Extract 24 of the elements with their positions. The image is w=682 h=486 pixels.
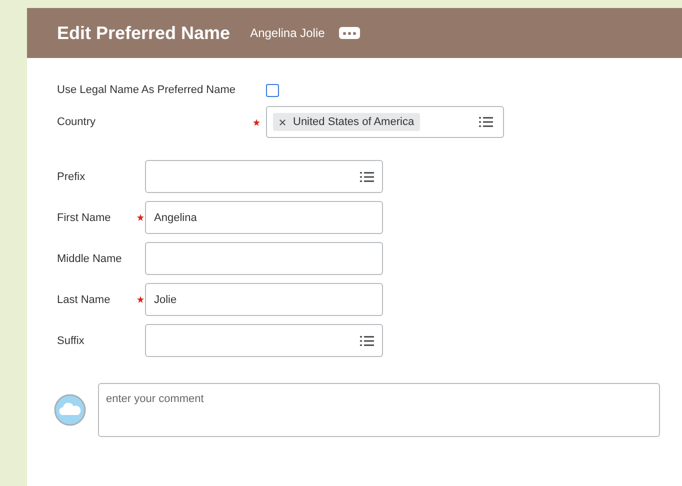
text-field[interactable]: Angelina: [145, 201, 383, 234]
field-label: Use Legal Name As Preferred Name: [57, 84, 237, 96]
employee-name: Angelina Jolie: [250, 26, 325, 40]
field-label: Middle Name: [57, 252, 123, 264]
page-title: Edit Preferred Name: [57, 22, 230, 44]
cloud-avatar-icon: [54, 394, 86, 426]
country-field[interactable]: United States of America: [266, 106, 504, 138]
dropdown-field[interactable]: [145, 324, 383, 357]
field-label: Country: [57, 116, 97, 128]
list-icon[interactable]: [360, 170, 374, 182]
remove-icon[interactable]: [279, 118, 286, 126]
field-label: Suffix: [57, 334, 86, 346]
field-label: Prefix: [57, 170, 86, 182]
field-label: Last Name: [57, 294, 112, 306]
text-field[interactable]: [145, 242, 383, 275]
checkbox[interactable]: [266, 84, 279, 96]
list-icon[interactable]: [479, 116, 493, 128]
comment-field[interactable]: enter your comment: [98, 383, 660, 437]
text-field[interactable]: Jolie: [145, 283, 383, 316]
more-button[interactable]: [338, 27, 360, 39]
dropdown-field[interactable]: [145, 160, 383, 193]
list-icon[interactable]: [360, 334, 374, 346]
chip-text: United States of America: [293, 116, 414, 128]
field-label: First Name: [57, 212, 112, 224]
